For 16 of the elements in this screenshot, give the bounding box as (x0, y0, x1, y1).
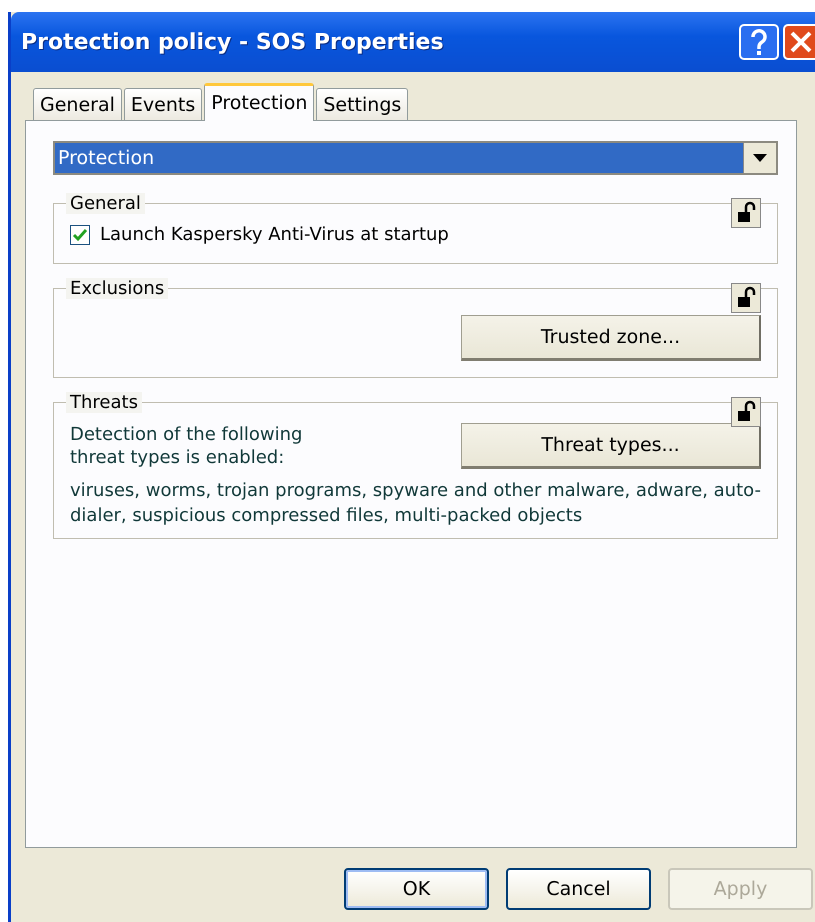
tab[interactable]: Protection (204, 83, 314, 121)
window-title: Protection policy - SOS Properties (21, 30, 444, 54)
dialog-button[interactable]: OK (344, 868, 489, 910)
checkbox-label: Launch Kaspersky Anti-Virus at startup (100, 224, 449, 245)
tab[interactable]: General (33, 88, 122, 120)
group-title: Exclusions (66, 278, 168, 299)
threat-types-button[interactable]: Threat types... (461, 423, 761, 470)
tab[interactable]: Events (124, 88, 202, 120)
tab[interactable]: Settings (316, 88, 408, 120)
group-title: Threats (66, 392, 142, 413)
dialog-button[interactable]: Cancel (506, 868, 651, 910)
dropdown[interactable]: Protection (53, 141, 778, 175)
threat-list-text: viruses, worms, trojan programs, spyware and other malware, adware, auto-dialer, suspicious compressed files, multi-packed objects (70, 478, 761, 528)
description-text: Detection of the following threat types is enabled: (70, 423, 304, 470)
group-title: General (66, 193, 145, 214)
trusted-zone-button[interactable]: Trusted zone... (461, 315, 761, 361)
